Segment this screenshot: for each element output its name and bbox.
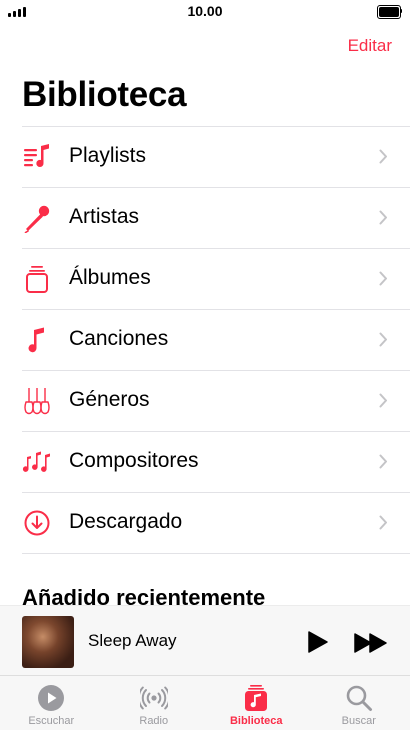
- microphone-icon: [22, 203, 52, 233]
- row-label: Álbumes: [69, 266, 151, 290]
- tab-listen-now[interactable]: Escuchar: [0, 676, 103, 730]
- music-note-icon: [22, 325, 52, 355]
- tab-label: Radio: [103, 715, 206, 727]
- tab-search[interactable]: Buscar: [308, 676, 410, 730]
- tab-radio[interactable]: Radio: [103, 676, 206, 730]
- download-icon: [22, 508, 52, 538]
- chevron-right-icon: [379, 149, 388, 164]
- tab-bar: Escuchar Radio Biblioteca Buscar: [0, 675, 410, 730]
- menu-row-artists[interactable]: Artistas: [0, 187, 410, 248]
- row-label: Géneros: [69, 388, 150, 412]
- now-playing-title: Sleep Away: [88, 631, 177, 651]
- chevron-right-icon: [379, 454, 388, 469]
- row-label: Compositores: [69, 449, 199, 473]
- menu-row-playlists[interactable]: Playlists: [0, 126, 410, 187]
- chevron-right-icon: [379, 210, 388, 225]
- battery-icon: [377, 5, 402, 17]
- row-label: Canciones: [69, 327, 168, 351]
- library-icon: [242, 684, 270, 712]
- row-label: Playlists: [69, 144, 146, 168]
- menu-row-albums[interactable]: Álbumes: [0, 248, 410, 309]
- row-label: Artistas: [69, 205, 139, 229]
- mini-player[interactable]: Sleep Away: [0, 605, 410, 676]
- row-label: Descargado: [69, 510, 182, 534]
- menu-row-songs[interactable]: Canciones: [0, 309, 410, 370]
- album-stack-icon: [22, 264, 52, 294]
- chevron-right-icon: [379, 271, 388, 286]
- edit-button[interactable]: Editar: [348, 36, 392, 56]
- menu-row-downloaded[interactable]: Descargado: [0, 492, 410, 553]
- chevron-right-icon: [379, 515, 388, 530]
- menu-row-genres[interactable]: Géneros: [0, 370, 410, 431]
- radio-waves-icon: [140, 684, 168, 712]
- chevron-right-icon: [379, 393, 388, 408]
- playlist-icon: [22, 142, 52, 172]
- tab-library[interactable]: Biblioteca: [205, 676, 308, 730]
- status-time: 10.00: [0, 3, 410, 19]
- library-menu: Playlists Artistas Álbumes Canciones: [0, 126, 410, 553]
- composers-notes-icon: [22, 447, 52, 477]
- fast-forward-icon[interactable]: [353, 632, 389, 654]
- album-artwork[interactable]: [22, 616, 74, 668]
- status-bar: 10.00: [0, 0, 410, 24]
- menu-row-composers[interactable]: Compositores: [0, 431, 410, 492]
- tab-label: Biblioteca: [205, 715, 308, 727]
- tab-label: Escuchar: [0, 715, 103, 727]
- play-circle-icon: [37, 684, 65, 712]
- search-icon: [345, 684, 373, 712]
- guitars-icon: [22, 386, 52, 416]
- chevron-right-icon: [379, 332, 388, 347]
- tab-label: Buscar: [308, 715, 410, 727]
- play-icon[interactable]: [305, 630, 329, 654]
- page-title: Biblioteca: [22, 75, 186, 115]
